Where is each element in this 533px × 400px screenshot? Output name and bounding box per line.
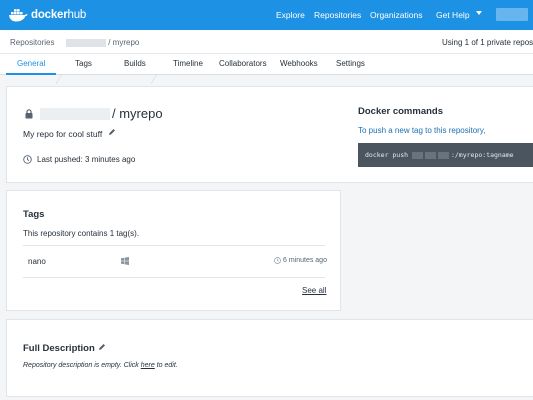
active-tab-indicator	[6, 73, 56, 75]
breadcrumb: Repositories / myrepo Using 1 of 1 priva…	[0, 30, 533, 84]
breadcrumb-repositories-link[interactable]: Repositories	[10, 38, 54, 47]
tab-tags[interactable]: Tags	[75, 59, 92, 68]
redacted-username	[66, 38, 106, 47]
docker-commands-title: Docker commands	[358, 106, 444, 117]
redacted-namespace	[40, 108, 110, 122]
empty-description-text: Repository description is empty. Click h…	[23, 362, 178, 369]
tab-collaborators[interactable]: Collaborators	[219, 59, 267, 68]
top-navbar: dockerhub Explore Repositories Organizat…	[0, 0, 533, 30]
user-avatar[interactable]	[496, 8, 528, 21]
redacted-username	[411, 151, 423, 159]
tag-pushed-time: 6 minutes ago	[283, 257, 327, 264]
nav-explore-link[interactable]: Explore	[276, 10, 305, 20]
brand-suffix: hub	[67, 9, 87, 21]
docker-whale-icon	[9, 9, 28, 22]
lock-icon	[25, 109, 33, 119]
breadcrumb-repo-name: / myrepo	[108, 38, 140, 47]
private-repo-usage: Using 1 of 1 private reposit	[442, 38, 533, 47]
full-description-title: Full Description	[23, 343, 95, 354]
empty-description-prefix: Repository description is empty. Click	[23, 362, 141, 369]
tab-settings[interactable]: Settings	[336, 59, 365, 68]
nav-get-help-link[interactable]: Get Help	[436, 10, 470, 20]
tab-builds[interactable]: Builds	[124, 59, 146, 68]
chevron-down-icon[interactable]	[476, 11, 482, 15]
divider	[23, 277, 325, 278]
docker-hub-logo[interactable]: dockerhub	[8, 7, 86, 23]
breadcrumb-current-repo: / myrepo	[66, 38, 139, 47]
tags-card: Tags This repository contains 1 tag(s). …	[6, 190, 341, 311]
repo-tabs: General Tags Builds Timeline Collaborato…	[0, 54, 533, 75]
table-row[interactable]: nano 6 minutes ago	[23, 247, 327, 277]
tab-webhooks[interactable]: Webhooks	[280, 59, 318, 68]
clock-icon	[274, 257, 281, 264]
tab-general[interactable]: General	[17, 59, 45, 68]
repo-title: / myrepo	[112, 106, 163, 121]
edit-pencil-icon[interactable]	[98, 343, 106, 351]
nav-repositories-link[interactable]: Repositories	[314, 10, 361, 20]
edit-pencil-icon[interactable]	[108, 128, 116, 136]
clock-icon	[23, 155, 32, 164]
command-suffix: :/myrepo:tagname	[450, 151, 514, 159]
windows-icon	[121, 257, 129, 265]
tag-name: nano	[28, 257, 46, 266]
docker-commands-subtitle: To push a new tag to this repository,	[358, 126, 486, 135]
repo-short-description: My repo for cool stuff	[23, 129, 103, 139]
empty-description-suffix: to edit.	[154, 362, 178, 369]
brand-name: docker	[31, 9, 68, 21]
see-all-tags-link[interactable]: See all	[302, 286, 326, 295]
edit-description-link[interactable]: here	[141, 362, 155, 369]
tags-title: Tags	[23, 209, 45, 220]
command-prefix: docker push	[365, 151, 409, 159]
docker-push-command[interactable]: docker push :/myrepo:tagname	[358, 143, 533, 167]
nav-organizations-link[interactable]: Organizations	[370, 10, 422, 20]
tab-timeline[interactable]: Timeline	[173, 59, 203, 68]
divider	[23, 245, 325, 246]
full-description-card: Full Description Repository description …	[6, 319, 533, 397]
repo-info-card: / myrepo My repo for cool stuff Last pus…	[6, 86, 533, 183]
last-pushed-text: Last pushed: 3 minutes ago	[37, 155, 136, 164]
tags-summary: This repository contains 1 tag(s).	[23, 229, 140, 238]
